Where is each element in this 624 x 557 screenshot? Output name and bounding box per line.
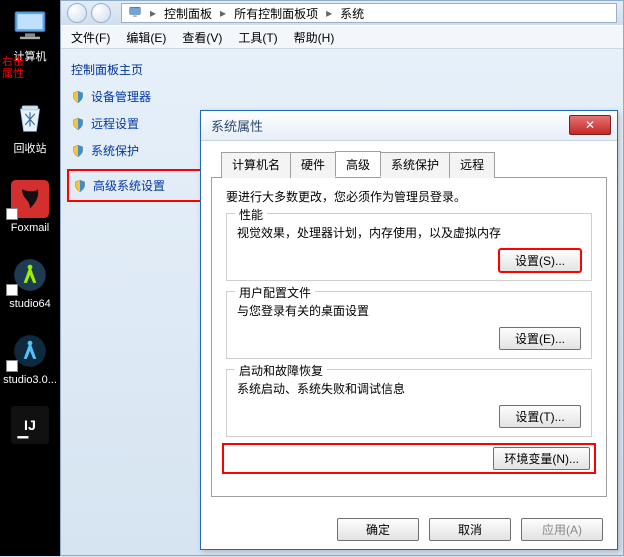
breadcrumb-level2[interactable]: 所有控制面板项 bbox=[234, 5, 318, 22]
group-startup-recovery: 启动和故障恢复 系统启动、系统失败和调试信息 设置(T)... bbox=[226, 369, 592, 437]
dialog-title: 系统属性 bbox=[201, 111, 617, 141]
profile-settings-button[interactable]: 设置(E)... bbox=[499, 327, 581, 350]
menu-tools[interactable]: 工具(T) bbox=[238, 29, 277, 46]
menubar: 文件(F) 编辑(E) 查看(V) 工具(T) 帮助(H) bbox=[61, 25, 623, 49]
startup-settings-button[interactable]: 设置(T)... bbox=[499, 405, 581, 428]
tab-computer-name[interactable]: 计算机名 bbox=[221, 152, 291, 178]
desktop-computer-item[interactable]: 计算机 右击 属性 bbox=[0, 0, 60, 68]
desktop-ij-item[interactable]: IJ bbox=[0, 400, 60, 452]
sidebar-item-label: 高级系统设置 bbox=[93, 177, 165, 194]
group-title: 用户配置文件 bbox=[235, 284, 315, 301]
recycle-bin-icon bbox=[9, 96, 51, 138]
group-description: 视觉效果，处理器计划，内存使用，以及虚拟内存 bbox=[237, 224, 581, 241]
shortcut-overlay-icon: ↗ bbox=[6, 208, 18, 220]
menu-file[interactable]: 文件(F) bbox=[71, 29, 110, 46]
sidebar-item-label: 远程设置 bbox=[91, 115, 139, 132]
dialog-tabs: 计算机名 硬件 高级 系统保护 远程 bbox=[221, 151, 607, 177]
menu-edit[interactable]: 编辑(E) bbox=[126, 29, 166, 46]
shield-icon bbox=[71, 90, 85, 104]
studio64-label: studio64 bbox=[0, 298, 60, 310]
svg-text:IJ: IJ bbox=[24, 418, 36, 434]
environment-variables-button[interactable]: 环境变量(N)... bbox=[493, 447, 590, 470]
dialog-footer: 确定 取消 应用(A) bbox=[337, 518, 603, 541]
sidebar-item-device-manager[interactable]: 设备管理器 bbox=[71, 88, 251, 105]
tab-advanced[interactable]: 高级 bbox=[335, 151, 381, 177]
foxmail-label: Foxmail bbox=[0, 222, 60, 234]
env-var-highlight: 环境变量(N)... bbox=[226, 447, 592, 470]
desktop-background: 计算机 右击 属性 回收站 ↗ Foxmail ↗ studio64 ↗ stu… bbox=[0, 0, 60, 556]
studio30-label: studio3.0... bbox=[0, 374, 60, 386]
group-user-profile: 用户配置文件 与您登录有关的桌面设置 设置(E)... bbox=[226, 291, 592, 359]
sidebar-heading[interactable]: 控制面板主页 bbox=[71, 61, 251, 78]
sidebar-item-label: 系统保护 bbox=[91, 142, 139, 159]
nav-forward-button[interactable] bbox=[91, 3, 111, 23]
shield-icon bbox=[71, 144, 85, 158]
recycle-label: 回收站 bbox=[0, 140, 60, 156]
window-titlebar: ▸ 控制面板 ▸ 所有控制面板项 ▸ 系统 bbox=[61, 1, 623, 25]
tab-hardware[interactable]: 硬件 bbox=[290, 152, 336, 178]
close-icon: ✕ bbox=[585, 118, 595, 132]
desktop-studio30-item[interactable]: ↗ studio3.0... bbox=[0, 326, 60, 390]
desktop-recycle-item[interactable]: 回收站 bbox=[0, 92, 60, 160]
nav-back-button[interactable] bbox=[67, 3, 87, 23]
desktop-studio64-item[interactable]: ↗ studio64 bbox=[0, 250, 60, 314]
shortcut-overlay-icon: ↗ bbox=[6, 284, 18, 296]
breadcrumb-root[interactable]: 控制面板 bbox=[164, 5, 212, 22]
ok-button[interactable]: 确定 bbox=[337, 518, 419, 541]
performance-settings-button[interactable]: 设置(S)... bbox=[499, 249, 581, 272]
tab-body: 要进行大多数更改，您必须作为管理员登录。 性能 视觉效果，处理器计划，内存使用，… bbox=[211, 177, 607, 497]
breadcrumb[interactable]: ▸ 控制面板 ▸ 所有控制面板项 ▸ 系统 bbox=[121, 3, 617, 23]
shield-icon bbox=[73, 179, 87, 193]
shortcut-overlay-icon: ↗ bbox=[6, 360, 18, 372]
tab-system-protection[interactable]: 系统保护 bbox=[380, 152, 450, 178]
annotation-right-click: 右击 属性 bbox=[2, 56, 24, 80]
group-description: 与您登录有关的桌面设置 bbox=[237, 302, 581, 319]
cancel-button[interactable]: 取消 bbox=[429, 518, 511, 541]
group-description: 系统启动、系统失败和调试信息 bbox=[237, 380, 581, 397]
admin-note-text: 要进行大多数更改，您必须作为管理员登录。 bbox=[226, 188, 592, 205]
group-performance: 性能 视觉效果，处理器计划，内存使用，以及虚拟内存 设置(S)... bbox=[226, 213, 592, 281]
intellij-icon: IJ bbox=[9, 404, 51, 446]
tab-remote[interactable]: 远程 bbox=[449, 152, 495, 178]
group-title: 性能 bbox=[235, 206, 267, 223]
apply-button[interactable]: 应用(A) bbox=[521, 518, 603, 541]
desktop-foxmail-item[interactable]: ↗ Foxmail bbox=[0, 174, 60, 238]
menu-view[interactable]: 查看(V) bbox=[182, 29, 222, 46]
computer-icon bbox=[9, 4, 51, 46]
group-title: 启动和故障恢复 bbox=[235, 362, 327, 379]
menu-help[interactable]: 帮助(H) bbox=[294, 29, 335, 46]
system-properties-dialog: 系统属性 ✕ 计算机名 硬件 高级 系统保护 远程 要进行大多数更改，您必须作为… bbox=[200, 110, 618, 550]
sidebar-item-label: 设备管理器 bbox=[91, 88, 151, 105]
breadcrumb-computer-icon bbox=[128, 5, 142, 22]
shield-icon bbox=[71, 117, 85, 131]
breadcrumb-level3[interactable]: 系统 bbox=[340, 5, 364, 22]
dialog-close-button[interactable]: ✕ bbox=[569, 115, 611, 135]
